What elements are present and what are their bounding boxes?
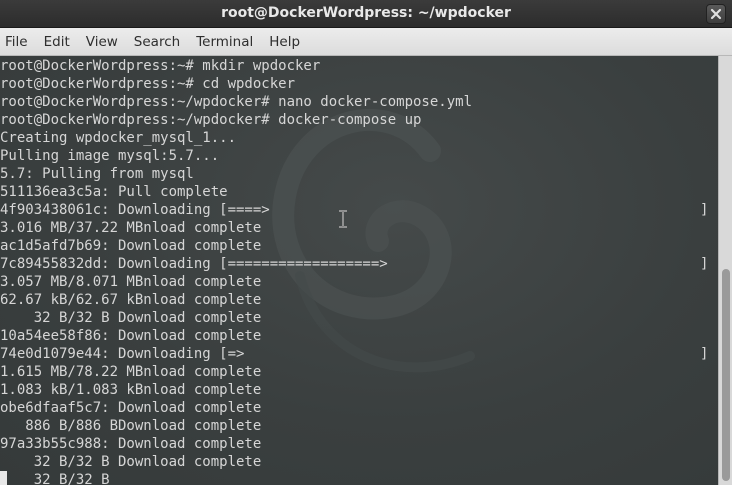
terminal-line: 1.615 MB/78.22 MBnload complete [0,364,262,380]
menu-bar: File Edit View Search Terminal Help [0,28,732,56]
terminal-line: 97a33b55c988: Download complete [0,436,262,452]
terminal-line: 32 B/32 B [0,472,110,485]
menu-view[interactable]: View [85,34,128,50]
terminal-line: 886 B/886 BDownload complete [0,418,262,434]
terminal-line: 74e0d1079e44: Downloading [=> [0,346,245,362]
terminal-line: 5.7: Pulling from mysql [0,166,194,182]
ibeam-cursor-icon [339,210,347,228]
terminal-line: root@DockerWordpress:~/wpdocker# docker-… [0,112,422,128]
vertical-scrollbar[interactable] [718,56,732,485]
progress-bar-end: ] [700,346,709,362]
terminal-line: 4f903438061c: Downloading [====> [0,202,270,218]
terminal-line: 7c89455832dd: Downloading [=============… [0,256,388,272]
menu-file[interactable]: File [4,34,38,50]
text-cursor [0,471,7,485]
terminal-line: root@DockerWordpress:~/wpdocker# nano do… [0,94,473,110]
terminal-line: Creating wpdocker_mysql_1... [0,130,237,146]
menu-search[interactable]: Search [133,34,190,50]
terminal-line: 10a54ee58f86: Download complete [0,328,262,344]
terminal-line: 3.057 MB/8.071 MBnload complete [0,274,262,290]
progress-bar-end: ] [700,256,709,272]
close-button[interactable] [706,4,726,24]
title-bar[interactable]: root@DockerWordpress: ~/wpdocker [0,0,732,28]
terminal-line: 32 B/32 B Download complete [0,454,262,470]
terminal-area[interactable]: root@DockerWordpress:~# mkdir wpdocker r… [0,56,718,485]
scrollbar-thumb[interactable] [722,269,730,481]
window-title: root@DockerWordpress: ~/wpdocker [221,5,511,21]
terminal-line: root@DockerWordpress:~# mkdir wpdocker [0,58,321,74]
terminal-line: Pulling image mysql:5.7... [0,148,220,164]
terminal-line: 3.016 MB/37.22 MBnload complete [0,220,262,236]
terminal-line: 511136ea3c5a: Pull complete [0,184,228,200]
close-icon [710,8,722,20]
terminal-line: ac1d5afd7b69: Download complete [0,238,262,254]
terminal-line: 62.67 kB/62.67 kBnload complete [0,292,262,308]
menu-terminal[interactable]: Terminal [195,34,263,50]
terminal-window: root@DockerWordpress: ~/wpdocker File Ed… [0,0,732,485]
progress-bar-end: ] [700,202,709,218]
terminal-line: 1.083 kB/1.083 kBnload complete [0,382,262,398]
terminal-line: root@DockerWordpress:~# cd wpdocker [0,76,296,92]
menu-edit[interactable]: Edit [43,34,80,50]
terminal-line: 32 B/32 B Download complete [0,310,262,326]
terminal-line: obe6dfaaf5c7: Download complete [0,400,262,416]
menu-help[interactable]: Help [268,34,310,50]
terminal-output: root@DockerWordpress:~# mkdir wpdocker r… [0,57,472,485]
